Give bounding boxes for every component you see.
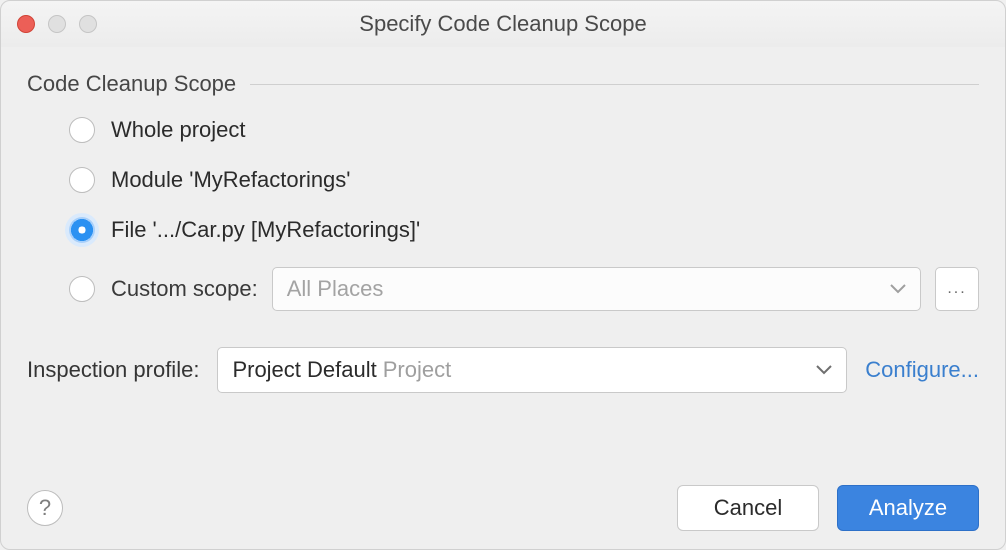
button-label: Analyze bbox=[869, 495, 947, 521]
window-title: Specify Code Cleanup Scope bbox=[1, 11, 1005, 37]
cancel-button[interactable]: Cancel bbox=[677, 485, 819, 531]
radio-label: Whole project bbox=[111, 117, 246, 143]
help-button[interactable]: ? bbox=[27, 490, 63, 526]
scope-radio-group: Whole project Module 'MyRefactorings' Fi… bbox=[27, 117, 979, 311]
radio-icon bbox=[69, 276, 95, 302]
radio-whole-project[interactable]: Whole project bbox=[69, 117, 979, 143]
inspection-profile-row: Inspection profile: Project Default Proj… bbox=[27, 347, 979, 393]
titlebar: Specify Code Cleanup Scope bbox=[1, 1, 1005, 47]
action-buttons: Cancel Analyze bbox=[677, 485, 979, 531]
radio-label: File '.../Car.py [MyRefactorings]' bbox=[111, 217, 420, 243]
radio-module[interactable]: Module 'MyRefactorings' bbox=[69, 167, 979, 193]
profile-secondary: Project bbox=[383, 357, 451, 383]
analyze-button[interactable]: Analyze bbox=[837, 485, 979, 531]
radio-label: Module 'MyRefactorings' bbox=[111, 167, 351, 193]
separator bbox=[250, 84, 979, 85]
radio-custom-scope[interactable]: Custom scope: bbox=[69, 276, 258, 302]
radio-selected-icon bbox=[69, 217, 95, 243]
group-header: Code Cleanup Scope bbox=[27, 71, 979, 97]
radio-label: Custom scope: bbox=[111, 276, 258, 302]
inspection-profile-select[interactable]: Project Default Project bbox=[217, 347, 847, 393]
configure-link[interactable]: Configure... bbox=[865, 357, 979, 383]
select-value: All Places bbox=[287, 276, 384, 302]
help-icon: ? bbox=[39, 495, 51, 521]
profile-primary: Project Default bbox=[232, 357, 376, 383]
chevron-down-icon bbox=[890, 284, 906, 294]
content-area: Code Cleanup Scope Whole project Module … bbox=[1, 47, 1005, 549]
dialog-window: Specify Code Cleanup Scope Code Cleanup … bbox=[0, 0, 1006, 550]
browse-button[interactable]: ... bbox=[935, 267, 979, 311]
custom-scope-select[interactable]: All Places bbox=[272, 267, 921, 311]
radio-file[interactable]: File '.../Car.py [MyRefactorings]' bbox=[69, 217, 979, 243]
ellipsis-icon: ... bbox=[947, 280, 966, 298]
inspection-profile-label: Inspection profile: bbox=[27, 357, 199, 383]
group-title: Code Cleanup Scope bbox=[27, 71, 236, 97]
dialog-footer: ? Cancel Analyze bbox=[27, 485, 979, 531]
radio-icon bbox=[69, 167, 95, 193]
radio-custom-row: Custom scope: All Places ... bbox=[69, 267, 979, 311]
radio-icon bbox=[69, 117, 95, 143]
button-label: Cancel bbox=[714, 495, 782, 521]
chevron-down-icon bbox=[816, 365, 832, 375]
